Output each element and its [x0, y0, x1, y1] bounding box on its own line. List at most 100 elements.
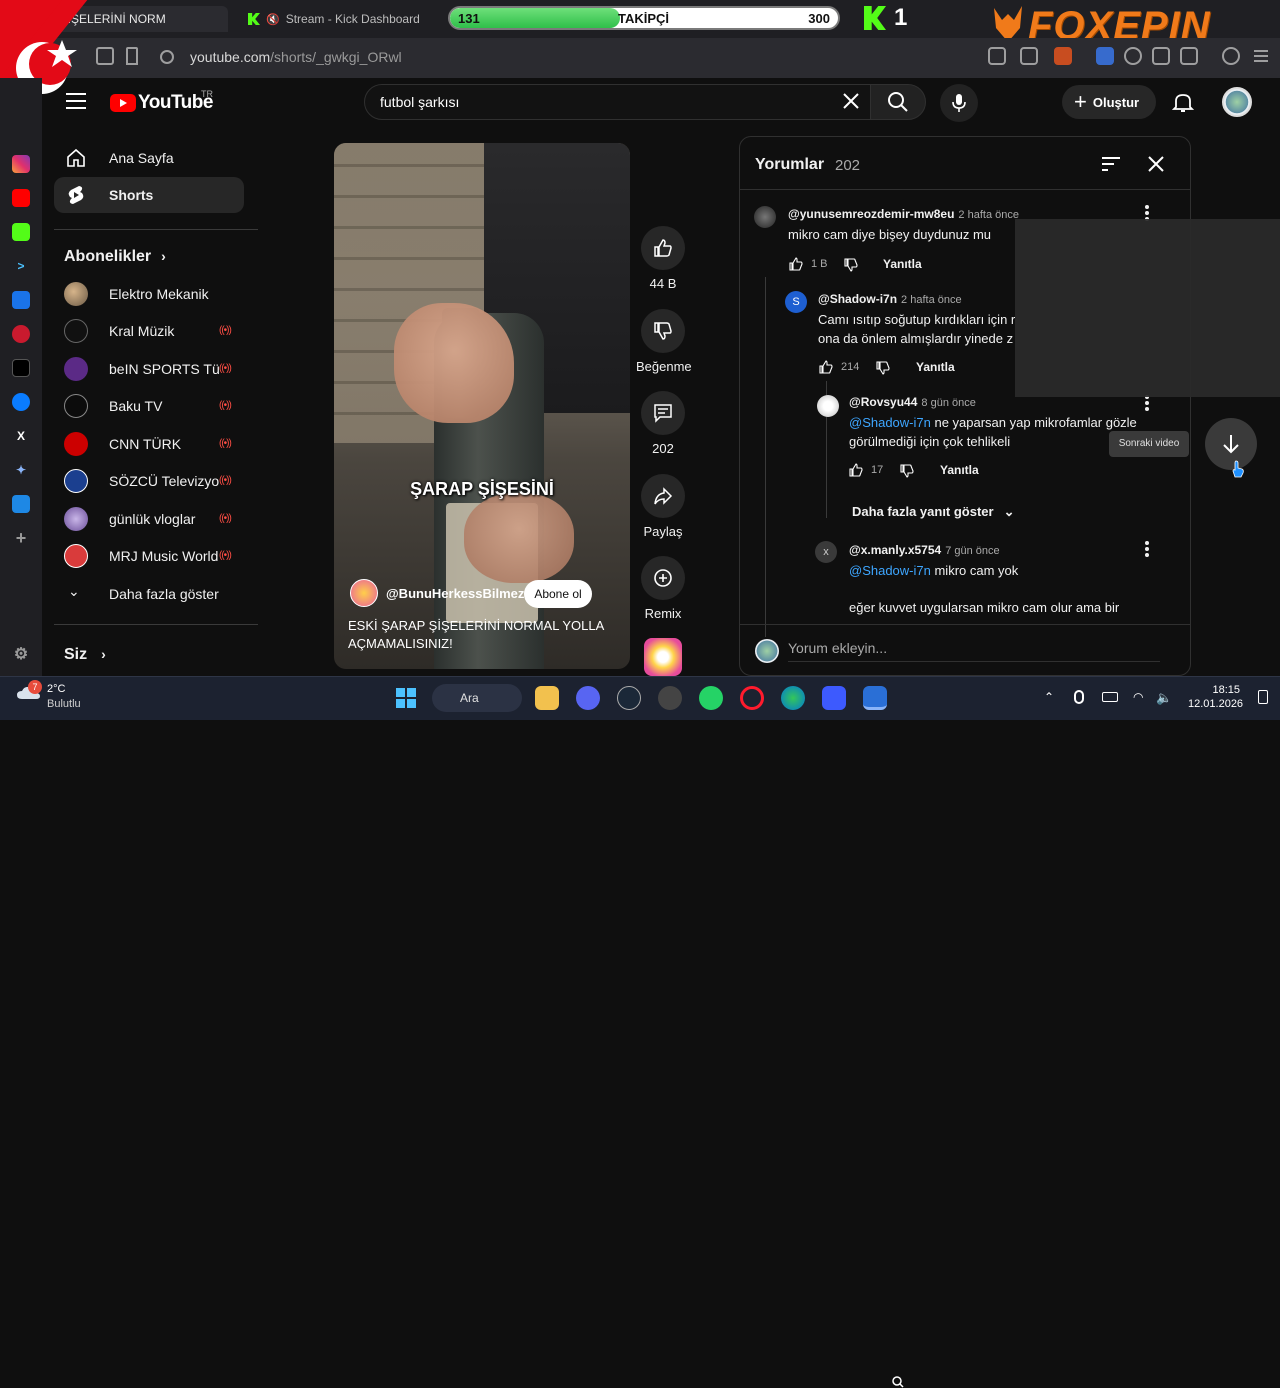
notifications-bell-icon[interactable]	[1172, 91, 1194, 113]
subscription-item[interactable]: Kral Müzik ((•))	[64, 318, 244, 344]
youtube-logo[interactable]: YouTube	[110, 92, 213, 114]
reply-button[interactable]: Yanıtla	[940, 463, 979, 477]
nav-home[interactable]: Ana Sayfa	[54, 140, 244, 176]
subscription-item[interactable]: MRJ Music World ((•))	[64, 543, 244, 569]
music-icon[interactable]	[1222, 47, 1240, 65]
more-options-icon[interactable]	[1145, 541, 1149, 557]
subscribe-button[interactable]: Abone ol	[524, 580, 592, 608]
add-comment-input[interactable]: Yorum ekleyin...	[788, 640, 1160, 662]
messenger-icon[interactable]	[12, 393, 30, 411]
active-app-icon[interactable]	[863, 686, 887, 710]
chevron-up-icon[interactable]: ⌃	[1044, 690, 1058, 704]
x-icon[interactable]: X	[12, 427, 30, 445]
share-button[interactable]: Paylaş	[640, 474, 686, 539]
thumbs-up-icon[interactable]	[819, 360, 833, 374]
settings-gear-icon[interactable]: ⚙	[12, 646, 30, 664]
share-icon[interactable]	[1020, 47, 1038, 65]
prime-video-icon[interactable]: >	[12, 257, 30, 275]
close-icon[interactable]	[1147, 155, 1165, 173]
thumbs-down-icon[interactable]	[876, 361, 890, 375]
extension-icon[interactable]	[1096, 47, 1114, 65]
taskbar-clock[interactable]: 18:15 12.01.2026	[1188, 683, 1243, 711]
commenter-avatar[interactable]	[754, 206, 776, 228]
mention-link[interactable]: @Shadow-i7n	[849, 563, 931, 578]
brave-shields-icon[interactable]	[1054, 47, 1072, 65]
file-explorer-icon[interactable]	[535, 686, 559, 710]
menu-icon[interactable]	[1252, 47, 1270, 65]
extensions-puzzle-icon[interactable]	[1152, 47, 1170, 65]
subscription-item[interactable]: SÖZCÜ Televizyo... ((•))	[64, 468, 244, 494]
comment-author[interactable]: @Rovsyu44 8 gün önce	[849, 395, 976, 409]
subscription-item[interactable]: Baku TV ((•))	[64, 393, 244, 419]
site-settings-icon[interactable]	[160, 50, 174, 64]
voice-search-button[interactable]	[940, 84, 978, 122]
next-video-button[interactable]	[1205, 418, 1257, 470]
sort-icon[interactable]	[1102, 157, 1120, 171]
screen-cast-icon[interactable]	[988, 47, 1006, 65]
notification-icon[interactable]	[1258, 690, 1268, 704]
subscription-item[interactable]: CNN TÜRK ((•))	[64, 431, 244, 457]
edge-icon[interactable]	[781, 686, 805, 710]
thumbs-down-icon[interactable]	[900, 464, 914, 478]
reply-button[interactable]: Yanıtla	[883, 257, 922, 271]
dislike-button[interactable]: Beğenme	[636, 309, 692, 374]
comment-author[interactable]: @Shadow-i7n 2 hafta önce	[818, 292, 962, 306]
subscriptions-heading[interactable]: Abonelikler ›	[64, 248, 166, 266]
commenter-avatar[interactable]: x	[815, 541, 837, 563]
more-replies-button[interactable]: Daha fazla yanıt göster ⌄	[852, 504, 1015, 520]
create-button[interactable]: + Oluştur	[1062, 85, 1156, 119]
url-field[interactable]: youtube.com/shorts/_gwkgi_ORwl	[190, 49, 402, 65]
account-avatar[interactable]	[1222, 87, 1252, 117]
remix-button[interactable]: Remix	[640, 556, 686, 621]
subscription-item[interactable]: günlük vloglar ((•))	[64, 506, 244, 532]
keyboard-icon[interactable]	[1102, 692, 1118, 702]
discord-icon[interactable]	[576, 686, 600, 710]
commenter-avatar[interactable]: S	[785, 291, 807, 313]
volume-icon[interactable]: 🔈	[1156, 690, 1172, 705]
wallet-icon[interactable]	[1180, 47, 1198, 65]
app-icon[interactable]	[822, 686, 846, 710]
clear-search-icon[interactable]	[842, 92, 860, 110]
commenter-avatar[interactable]	[817, 395, 839, 417]
taskbar-search[interactable]: Ara	[432, 684, 904, 1388]
comment-author[interactable]: @x.manly.x5754 7 gün önce	[849, 543, 1000, 557]
audio-thumbnail[interactable]	[644, 638, 682, 676]
reply-button[interactable]: Yanıtla	[916, 360, 955, 374]
guide-menu-icon[interactable]	[66, 93, 86, 109]
comments-button[interactable]: 202	[640, 391, 686, 456]
kick-icon[interactable]	[12, 223, 30, 241]
microphone-icon[interactable]	[1074, 690, 1084, 704]
channel-avatar[interactable]	[350, 579, 378, 607]
shorts-video-player[interactable]: ŞARAP ŞİŞESİNİ @BunuHerkessBilmez Abone …	[334, 143, 630, 669]
thumbs-up-icon[interactable]	[789, 257, 803, 271]
nav-you[interactable]: Siz ›	[64, 646, 106, 664]
add-icon[interactable]: +	[12, 529, 30, 547]
thumbs-down-icon[interactable]	[844, 258, 858, 272]
gemini-icon[interactable]: ✦	[12, 461, 30, 479]
subscription-item[interactable]: Elektro Mekanik	[64, 281, 244, 307]
video-title[interactable]: ESKİ ŞARAP ŞİŞELERİNİ NORMAL YOLLA AÇMAM…	[348, 617, 618, 653]
youtube-icon[interactable]	[12, 189, 30, 207]
more-options-icon[interactable]	[1145, 395, 1149, 411]
channel-name[interactable]: @BunuHerkessBilmez	[386, 586, 524, 601]
instagram-icon[interactable]	[12, 155, 30, 173]
comment-author[interactable]: @yunusemreozdemir-mw8eu 2 hafta önce	[788, 207, 1019, 221]
tab-kick-dashboard[interactable]: 🔇 Stream - Kick Dashboard	[238, 6, 434, 32]
show-more-subscriptions[interactable]: ⌄ Daha fazla göster	[64, 581, 244, 607]
wifi-icon[interactable]: ◠	[1133, 690, 1147, 704]
opera-icon[interactable]	[740, 686, 764, 710]
whatsapp-icon[interactable]	[699, 686, 723, 710]
obs-icon[interactable]	[658, 686, 682, 710]
mail-icon[interactable]	[12, 291, 30, 309]
thumbs-up-icon[interactable]	[849, 463, 863, 477]
search-button[interactable]	[870, 84, 926, 120]
like-button[interactable]: 44 B	[640, 226, 686, 291]
subscription-item[interactable]: beIN SPORTS Tü... ((•))	[64, 356, 244, 382]
extension-drop-icon[interactable]	[1124, 47, 1142, 65]
nav-shorts[interactable]: Shorts	[54, 177, 244, 213]
download-icon[interactable]	[12, 495, 30, 513]
steam-icon[interactable]	[617, 686, 641, 710]
mention-link[interactable]: @Shadow-i7n	[849, 415, 931, 430]
game-icon[interactable]	[12, 325, 30, 343]
windows-start-button[interactable]	[396, 688, 416, 708]
